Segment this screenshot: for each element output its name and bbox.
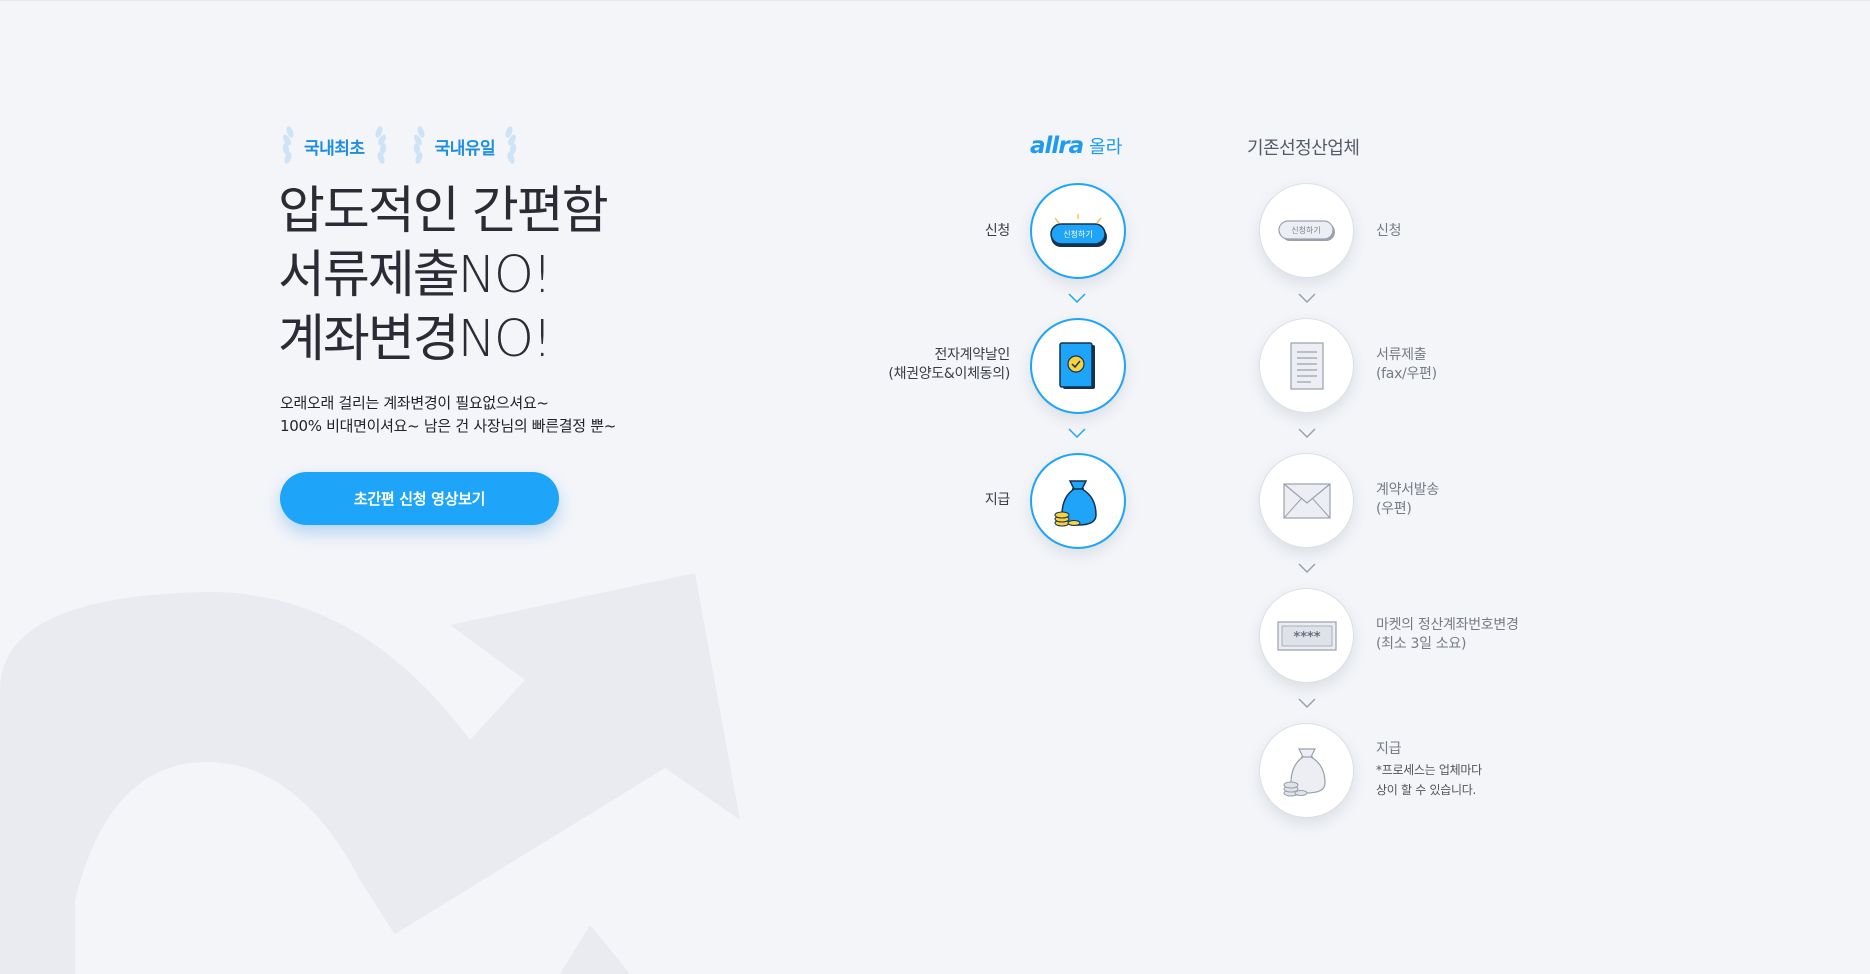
existing-step-payout-label: 지급: [1376, 741, 1402, 757]
existing-step-mail-contract: [1259, 453, 1354, 548]
existing-step-apply-label: 신청: [1376, 223, 1402, 239]
allra-step-contract: [1030, 318, 1126, 414]
allra-step-payout-label: 지급: [984, 492, 1010, 508]
document-icon: [1289, 341, 1324, 390]
badge-only-in-korea: 국내유일: [411, 126, 520, 166]
apply-button-icon-text: 신청하기: [1291, 225, 1320, 235]
chevron-down-icon: [1068, 428, 1086, 439]
headline: 압도적인 간편함 서류제출NO! 계좌변경NO!: [278, 180, 609, 372]
laurel-left-icon: [413, 126, 425, 164]
laurel-right-icon: [505, 126, 517, 164]
subtext: 오래오래 걸리는 계좌변경이 필요없으셔요~ 100% 비대면이셔요~ 남은 건…: [280, 392, 616, 438]
existing-column-title: 기존선정산업체: [1247, 138, 1360, 159]
allra-logo-korean: 올라: [1089, 137, 1123, 158]
chevron-down-icon: [1298, 563, 1316, 574]
chevron-down-icon: [1298, 698, 1316, 709]
badge-label: 국내유일: [434, 138, 496, 159]
existing-step-mail-contract-label: 계약서발송 (우편): [1376, 482, 1439, 517]
allra-logo-word: allra: [1030, 133, 1084, 159]
headline-line-1: 압도적인 간편함: [278, 182, 609, 241]
subtext-line-2: 100% 비대면이셔요~ 남은 건 사장님의 빠른결정 뿐~: [280, 417, 617, 435]
existing-step-documents: [1259, 318, 1354, 413]
envelope-icon: [1282, 482, 1331, 519]
contract-sign-icon: [1059, 342, 1095, 389]
existing-step-payout: [1259, 723, 1354, 818]
apply-button-icon: 신청하기: [1050, 214, 1107, 247]
password-card-icon-text: ****: [1293, 630, 1320, 645]
existing-step-documents-label: 서류제출 (fax/우편): [1376, 347, 1437, 382]
chevron-down-icon: [1298, 428, 1316, 439]
existing-step-apply: 신청하기: [1259, 183, 1354, 278]
money-bag-icon: [1283, 747, 1326, 796]
headline-line-2: 서류제출NO!: [278, 246, 552, 305]
apply-button-icon-text: 신청하기: [1063, 229, 1092, 239]
money-bag-icon: [1054, 480, 1097, 527]
badge-label: 국내최초: [304, 138, 365, 159]
existing-step-payout-note: *프로세스는 업체마다 상이 할 수 있습니다.: [1376, 763, 1482, 797]
headline-line-3: 계좌변경NO!: [278, 310, 552, 369]
allra-step-payout: [1030, 453, 1126, 549]
password-card-icon: ****: [1276, 620, 1337, 651]
laurel-right-icon: [375, 126, 386, 164]
badge-first-in-korea: 국내최초: [280, 126, 389, 166]
allra-step-apply-label: 신청: [984, 223, 1010, 239]
allra-logo: allra 올라: [1030, 133, 1122, 159]
laurel-left-icon: [282, 126, 294, 164]
subtext-line-1: 오래오래 걸리는 계좌변경이 필요없으셔요~: [280, 394, 549, 412]
chevron-down-icon: [1298, 293, 1316, 304]
existing-step-account-change: ****: [1259, 588, 1354, 683]
apply-button-icon: 신청하기: [1277, 219, 1335, 241]
existing-step-account-change-label: 마켓의 정산계좌번호변경 (최소 3일 소요): [1376, 617, 1519, 652]
top-divider: [0, 0, 1870, 1]
watch-video-button[interactable]: 초간편 신청 영상보기: [280, 472, 559, 525]
allra-step-contract-label: 전자계약날인 (채권양도&이체동의): [888, 347, 1010, 382]
chevron-down-icon: [1068, 293, 1086, 304]
allra-step-apply: 신청하기: [1030, 183, 1126, 279]
badge-group: 국내최초 국내유일: [280, 126, 519, 166]
